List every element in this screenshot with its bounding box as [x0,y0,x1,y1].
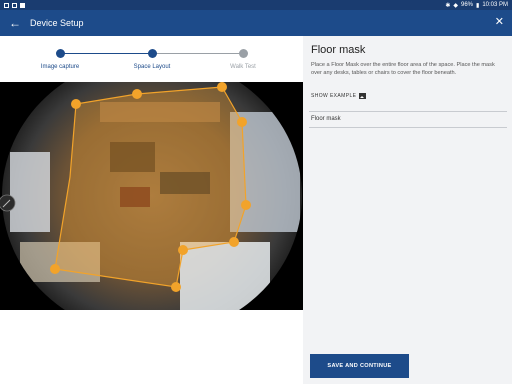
battery-level: 96% [460,2,473,8]
step-dot-walk-test [238,49,248,58]
mask-handle[interactable] [241,200,251,210]
mask-handle[interactable] [237,117,247,127]
app-notification-icon [20,2,25,8]
notification-icons [4,2,25,8]
panel-description: Place a Floor Mask over the entire floor… [311,62,495,76]
divider [309,127,507,128]
stepper: Image capture Space Layout Walk Test [0,36,303,82]
show-example-link[interactable]: SHOW EXAMPLE [311,93,367,99]
panel-title: Floor mask [311,44,366,56]
step-label-walk-test: Walk Test [230,64,256,70]
mask-handle[interactable] [178,245,188,255]
close-button[interactable]: ✕ [495,15,504,28]
save-and-continue-button[interactable]: SAVE AND CONTINUE [310,354,409,378]
step-connector-1 [60,53,152,54]
clock: 10:03 PM [482,2,508,8]
divider [309,111,507,112]
wifi-icon: ◆ [453,2,458,9]
app-bar: ← Device Setup ✕ [0,10,512,36]
image-icon [359,93,367,99]
right-panel: Floor mask Place a Floor Mask over the e… [303,36,512,384]
camera-canvas[interactable] [0,82,303,310]
mask-list-item[interactable]: Floor mask [311,116,341,122]
status-bar: ✱ ◆ 96% ▮ 10:03 PM [0,0,512,10]
battery-icon: ▮ [476,2,480,9]
mask-handle[interactable] [50,264,60,274]
gallery-icon [4,2,9,8]
close-icon: ✕ [494,16,504,28]
mask-handle[interactable] [132,89,142,99]
page-title: Device Setup [30,18,84,28]
back-button[interactable]: ← [4,10,26,36]
step-dot-space-layout [147,49,157,58]
bluetooth-icon: ✱ [445,2,451,9]
fisheye-camera-view[interactable] [0,82,303,310]
system-status: ✱ ◆ 96% ▮ 10:03 PM [445,2,508,9]
mask-handle[interactable] [229,237,239,247]
step-dot-image-capture [55,49,65,58]
step-label-space-layout: Space Layout [133,64,171,70]
mask-handle[interactable] [217,82,227,92]
left-panel: Image capture Space Layout Walk Test [0,36,303,384]
step-label-image-capture: Image capture [40,64,80,70]
mask-handle[interactable] [171,282,181,292]
show-example-label: SHOW EXAMPLE [311,93,357,99]
mask-handle[interactable] [71,99,81,109]
arrow-left-icon: ← [9,16,21,30]
step-connector-2 [152,53,244,54]
mail-icon [12,2,17,8]
